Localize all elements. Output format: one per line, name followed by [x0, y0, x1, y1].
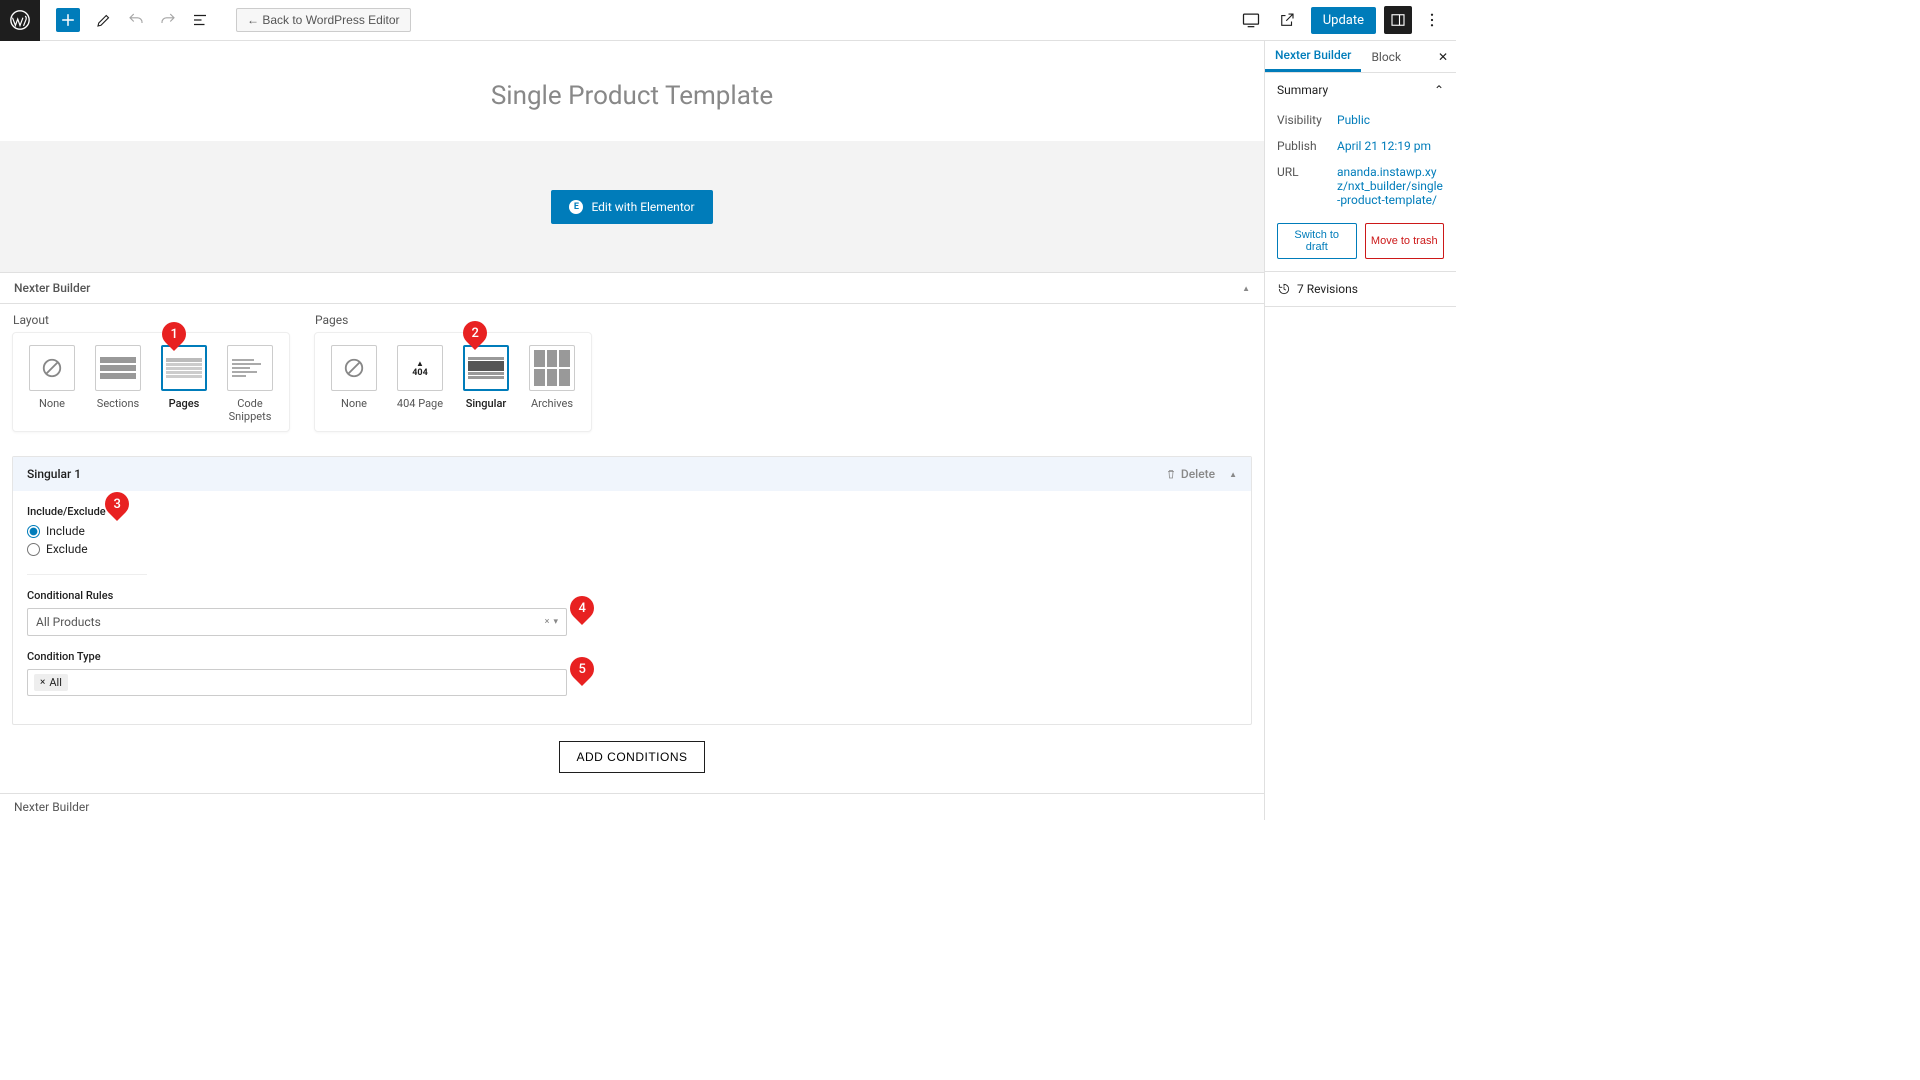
pages-option-group: 2 Pages None ▲404 404 Page	[314, 332, 592, 432]
chevron-down-icon[interactable]: ▾	[553, 617, 558, 627]
device-preview-icon[interactable]	[1235, 4, 1267, 36]
pages-label: Pages	[315, 313, 348, 327]
annotation-badge-4: 4	[565, 591, 599, 625]
publish-value[interactable]: April 21 12:19 pm	[1337, 139, 1444, 153]
pages-singular[interactable]: Singular	[459, 345, 513, 410]
collapse-singular-icon[interactable]: ▲	[1229, 470, 1237, 479]
edit-tool-icon[interactable]	[92, 8, 116, 32]
pages-404[interactable]: ▲404 404 Page	[393, 345, 447, 410]
layout-code-snippets[interactable]: Code Snippets	[223, 345, 277, 423]
singular-section-header[interactable]: Singular 1 Delete ▲	[13, 457, 1251, 491]
layout-pages[interactable]: Pages	[157, 345, 211, 423]
layout-label: Layout	[13, 313, 49, 327]
settings-sidebar: Nexter Builder Block ✕ Summary ⌃ Visibil…	[1264, 41, 1456, 820]
undo-icon[interactable]	[124, 8, 148, 32]
condition-tag[interactable]: × All	[34, 674, 68, 691]
condition-type-label: Condition Type	[27, 650, 567, 663]
url-value[interactable]: ananda.instawp.xyz/nxt_builder/single-pr…	[1337, 165, 1444, 207]
editor-topbar: ← Back to WordPress Editor Update	[0, 0, 1456, 41]
revisions-row[interactable]: 7 Revisions	[1265, 272, 1456, 307]
condition-type-input[interactable]: × All 5	[27, 669, 567, 696]
nexter-builder-title: Nexter Builder	[14, 281, 90, 295]
conditional-rules-select[interactable]: All Products ×▾ 4	[27, 608, 567, 636]
url-label: URL	[1277, 165, 1337, 207]
more-options-icon[interactable]	[1416, 4, 1448, 36]
edit-with-elementor-button[interactable]: E Edit with Elementor	[551, 190, 712, 224]
layout-none[interactable]: None	[25, 345, 79, 423]
add-block-button[interactable]	[56, 8, 80, 32]
sidebar-toggle-button[interactable]	[1384, 6, 1412, 34]
tab-block[interactable]: Block	[1361, 41, 1411, 72]
layout-option-group: 1 Layout None Sections	[12, 332, 290, 432]
redo-icon[interactable]	[156, 8, 180, 32]
delete-singular-button[interactable]: Delete	[1165, 467, 1215, 481]
move-to-trash-button[interactable]: Move to trash	[1365, 223, 1445, 259]
visibility-label: Visibility	[1277, 113, 1337, 127]
singular-title: Singular 1	[27, 467, 81, 481]
include-radio[interactable]: Include	[27, 524, 147, 538]
visibility-value[interactable]: Public	[1337, 113, 1444, 127]
publish-label: Publish	[1277, 139, 1337, 153]
update-button[interactable]: Update	[1311, 7, 1376, 34]
remove-tag-icon[interactable]: ×	[40, 677, 45, 688]
conditional-rules-label: Conditional Rules	[27, 589, 567, 602]
close-sidebar-icon[interactable]: ✕	[1430, 50, 1456, 64]
layout-sections[interactable]: Sections	[91, 345, 145, 423]
clear-icon[interactable]: ×	[545, 617, 550, 627]
nexter-builder-header[interactable]: Nexter Builder ▲	[0, 273, 1264, 304]
page-title[interactable]: Single Product Template	[0, 81, 1264, 111]
switch-to-draft-button[interactable]: Switch to draft	[1277, 223, 1357, 259]
add-conditions-button[interactable]: ADD CONDITIONS	[559, 741, 704, 773]
revisions-text: 7 Revisions	[1297, 282, 1358, 296]
back-to-wordpress-button[interactable]: ← Back to WordPress Editor	[236, 8, 411, 32]
exclude-radio[interactable]: Exclude	[27, 542, 147, 556]
elementor-icon: E	[569, 200, 583, 214]
chevron-up-icon: ⌃	[1434, 83, 1444, 97]
annotation-badge-5: 5	[565, 652, 599, 686]
elementor-canvas: E Edit with Elementor	[0, 141, 1264, 272]
collapse-icon[interactable]: ▲	[1242, 284, 1250, 293]
pages-none[interactable]: None	[327, 345, 381, 410]
outline-icon[interactable]	[188, 8, 212, 32]
elementor-btn-label: Edit with Elementor	[591, 200, 694, 214]
wordpress-logo[interactable]	[0, 0, 40, 41]
preview-external-icon[interactable]	[1271, 4, 1303, 36]
breadcrumb-nexter[interactable]: Nexter Builder	[14, 800, 89, 814]
summary-header[interactable]: Summary ⌃	[1265, 73, 1456, 107]
breadcrumb-bar: Nexter Builder	[0, 793, 1264, 820]
tab-nexter-builder[interactable]: Nexter Builder	[1265, 41, 1361, 72]
pages-archives[interactable]: Archives	[525, 345, 579, 410]
